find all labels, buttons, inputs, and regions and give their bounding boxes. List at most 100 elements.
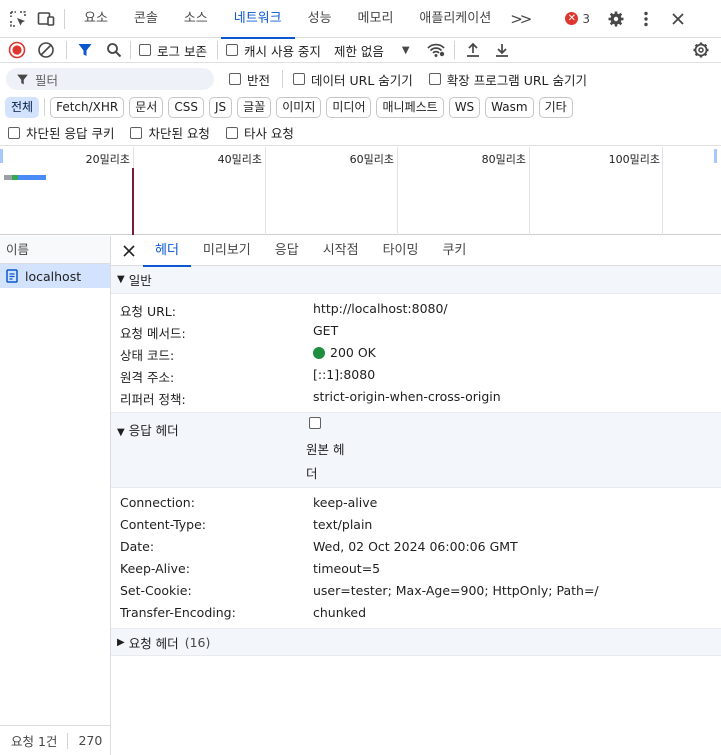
blocked-requests-checkbox[interactable]: 차단된 요청 (130, 123, 210, 142)
tab-cookies[interactable]: 쿠키 (430, 236, 478, 266)
tab-memory[interactable]: 메모리 (345, 0, 407, 38)
error-icon: ✕ (565, 12, 579, 25)
request-detail-pane: 헤더 미리보기 응답 시작점 타이밍 쿠키 ▼ 일반 요청 URL: http:… (111, 236, 721, 755)
checkbox-box[interactable] (225, 126, 238, 139)
overview-left-handle[interactable] (0, 149, 3, 163)
general-row: 리퍼러 정책: strict-origin-when-cross-origin (111, 385, 721, 407)
more-tabs-button[interactable]: >> (504, 10, 535, 28)
chip-js[interactable]: JS (208, 96, 233, 118)
gridline (397, 147, 398, 235)
tab-initiator[interactable]: 시작점 (311, 236, 371, 266)
export-har-download-icon[interactable] (490, 38, 514, 62)
document-icon (6, 269, 18, 283)
chip-media[interactable]: 미디어 (326, 96, 372, 118)
divider (64, 8, 65, 29)
checkbox-box[interactable] (139, 44, 151, 56)
general-row: 원격 주소: [::1]:8080 (111, 363, 721, 385)
chip-manifest[interactable]: 매니페스트 (376, 96, 444, 118)
checkbox-box[interactable] (130, 126, 143, 139)
divider (130, 41, 131, 59)
tab-application[interactable]: 애플리케이션 (406, 0, 504, 38)
general-section-header[interactable]: ▼ 일반 (111, 266, 721, 294)
third-party-checkbox[interactable]: 타사 요청 (225, 123, 294, 142)
tab-timing[interactable]: 타이밍 (371, 236, 431, 266)
response-headers-section-header[interactable]: ▼ 응답 헤더 원본 헤 더 (111, 412, 721, 488)
request-row[interactable]: localhost (0, 264, 110, 288)
blocked-cookies-checkbox[interactable]: 차단된 응답 쿠키 (8, 123, 114, 142)
chip-doc[interactable]: 문서 (129, 96, 164, 118)
tab-sources[interactable]: 소스 (171, 0, 221, 38)
header-value: text/plain (313, 517, 373, 532)
chip-all[interactable]: 전체 (5, 96, 40, 118)
network-settings-gear-icon[interactable] (689, 38, 713, 62)
tab-headers[interactable]: 헤더 (143, 236, 191, 267)
detail-tabs: 헤더 미리보기 응답 시작점 타이밍 쿠키 (111, 236, 721, 267)
overview-right-handle[interactable] (714, 149, 717, 163)
error-count-badge[interactable]: ✕ 3 (565, 12, 590, 26)
settings-gear-icon[interactable] (604, 7, 628, 31)
close-devtools-icon[interactable] (666, 7, 690, 31)
chip-wasm[interactable]: Wasm (485, 96, 534, 118)
tab-performance[interactable]: 성능 (295, 0, 345, 38)
name-column-header[interactable]: 이름 (0, 236, 110, 264)
blocked-requests-label: 차단된 요청 (148, 126, 210, 141)
checkbox-box[interactable] (229, 73, 241, 85)
throttle-select[interactable]: 제한 없음 ▼ (334, 41, 410, 60)
import-har-upload-icon[interactable] (461, 38, 485, 62)
filter-input[interactable]: 필터 (6, 68, 214, 90)
header-key: 원격 주소: (120, 370, 175, 385)
more-options-icon[interactable] (634, 7, 658, 31)
checkbox-box[interactable] (225, 44, 238, 56)
header-value: http://localhost:8080/ (313, 301, 448, 316)
clear-icon[interactable] (34, 38, 58, 62)
divider (66, 41, 67, 59)
tab-response[interactable]: 응답 (263, 236, 311, 266)
search-icon[interactable] (102, 38, 126, 62)
section-title: 일반 (128, 273, 152, 288)
hide-extension-urls-checkbox[interactable]: 확장 프로그램 URL 숨기기 (428, 70, 587, 89)
tab-console[interactable]: 콘솔 (121, 0, 171, 38)
dropdown-triangle-icon: ▼ (401, 44, 410, 56)
request-headers-section-header[interactable]: ▶ 요청 헤더 (16) (111, 628, 721, 656)
chip-font[interactable]: 글꼴 (237, 96, 272, 118)
network-overview-timeline[interactable]: 20밀리초 40밀리초 60밀리초 80밀리초 100밀리초 (0, 147, 721, 235)
response-header-row: Transfer-Encoding: chunked (111, 601, 721, 623)
device-toolbar-icon[interactable] (34, 7, 58, 31)
disable-cache-checkbox[interactable]: 캐시 사용 중지 (225, 41, 321, 60)
tab-preview[interactable]: 미리보기 (191, 236, 263, 266)
gridline (662, 147, 663, 235)
tick-label: 60밀리초 (349, 153, 394, 166)
raw-headers-label-wrap: 더 (306, 466, 318, 481)
close-detail-icon[interactable] (115, 236, 143, 266)
hide-data-urls-checkbox[interactable]: 데이터 URL 숨기기 (293, 70, 413, 89)
chip-css[interactable]: CSS (168, 96, 204, 118)
status-code-value: 200 OK (313, 345, 376, 360)
preserve-log-checkbox[interactable]: 로그 보존 (139, 41, 207, 60)
header-key: Connection: (120, 495, 195, 510)
tab-elements[interactable]: 요소 (71, 0, 121, 38)
filter-funnel-icon[interactable] (73, 38, 97, 62)
record-stop-icon[interactable] (5, 38, 29, 62)
inspect-element-icon[interactable] (6, 7, 30, 31)
response-header-row: Date: Wed, 02 Oct 2024 06:00:06 GMT (111, 535, 721, 557)
header-value: [::1]:8080 (313, 367, 376, 382)
divider (453, 41, 455, 59)
checkbox-box[interactable] (293, 73, 306, 85)
checkbox-box[interactable] (428, 73, 441, 85)
header-key: Set-Cookie: (120, 583, 192, 598)
header-value: timeout=5 (313, 561, 381, 576)
network-conditions-wifi-icon[interactable] (424, 38, 448, 62)
chip-other[interactable]: 기타 (538, 96, 573, 118)
disable-cache-label: 캐시 사용 중지 (243, 43, 321, 59)
throttle-value: 제한 없음 (333, 43, 384, 59)
chip-img[interactable]: 이미지 (276, 96, 322, 118)
tab-network[interactable]: 네트워크 (220, 0, 295, 39)
header-value: chunked (313, 605, 367, 620)
chip-ws[interactable]: WS (448, 96, 481, 118)
request-list: 이름 localhost 요청 1건 270 (0, 236, 111, 755)
checkbox-box[interactable] (8, 126, 20, 139)
raw-headers-checkbox[interactable] (309, 417, 321, 429)
devtools-tabbar: 요소 콘솔 소스 네트워크 성능 메모리 애플리케이션 >> ✕ 3 (0, 0, 721, 39)
invert-checkbox[interactable]: 반전 (229, 70, 270, 89)
chip-fetch-xhr[interactable]: Fetch/XHR (50, 96, 125, 118)
